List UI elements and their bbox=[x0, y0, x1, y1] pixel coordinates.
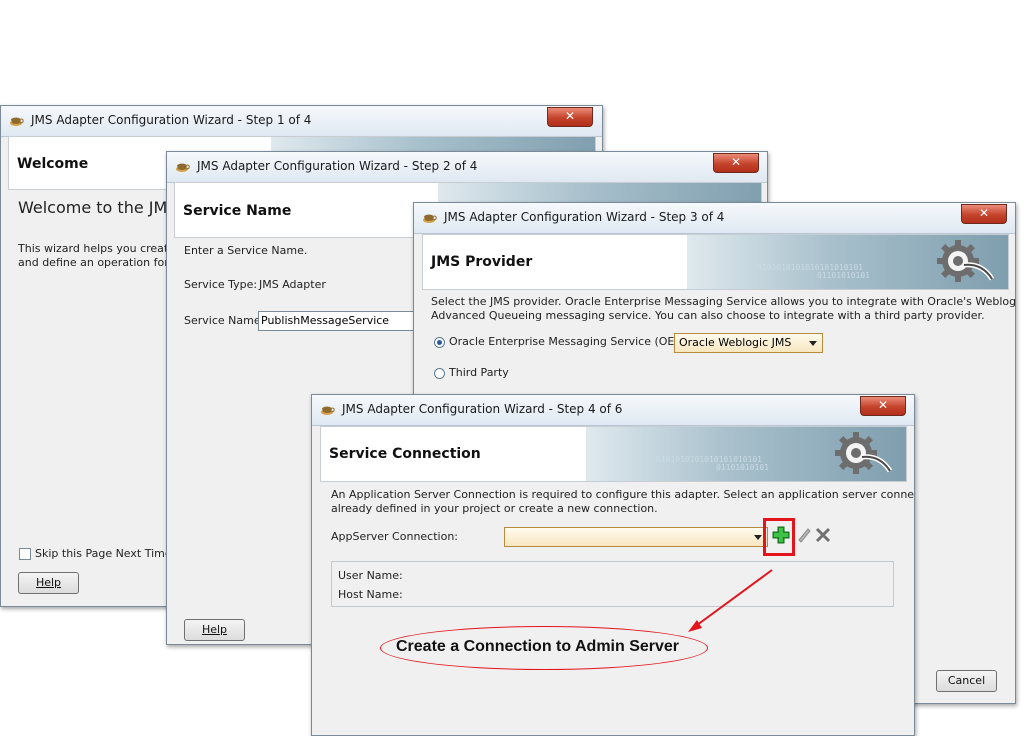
coffee-cup-icon bbox=[423, 214, 437, 223]
wizard-header: Service Connection 010101010101010101010… bbox=[320, 426, 907, 482]
delete-icon bbox=[815, 527, 831, 543]
close-icon: ✕ bbox=[730, 155, 742, 169]
title-bar: JMS Adapter Configuration Wizard - Step … bbox=[1, 106, 602, 137]
title-bar: JMS Adapter Configuration Wizard - Step … bbox=[312, 395, 914, 426]
close-button[interactable]: ✕ bbox=[961, 204, 1007, 224]
service-name-prompt: Enter a Service Name. bbox=[184, 244, 308, 257]
title-bar: JMS Adapter Configuration Wizard - Step … bbox=[167, 152, 767, 183]
service-type-label: Service Type: bbox=[184, 278, 258, 291]
gear-plug-icon bbox=[937, 240, 995, 282]
welcome-heading: Welcome to the JMS bbox=[18, 198, 178, 217]
description-line: and define an operation for the bbox=[18, 256, 191, 269]
service-type-value: JMS Adapter bbox=[259, 278, 326, 291]
close-icon: ✕ bbox=[877, 398, 889, 412]
close-icon: ✕ bbox=[978, 206, 990, 220]
window-title: JMS Adapter Configuration Wizard - Step … bbox=[197, 159, 478, 173]
coffee-cup-icon bbox=[321, 406, 335, 415]
provider-description-line: Advanced Queueing messaging service. You… bbox=[431, 309, 985, 322]
connection-info-box: User Name: Host Name: bbox=[331, 561, 894, 607]
oems-radio[interactable] bbox=[434, 337, 445, 348]
window-title: JMS Adapter Configuration Wizard - Step … bbox=[444, 210, 725, 224]
window-title: JMS Adapter Configuration Wizard - Step … bbox=[31, 113, 312, 127]
pencil-icon bbox=[798, 528, 811, 543]
edit-connection-button[interactable] bbox=[796, 527, 812, 543]
cancel-button[interactable]: Cancel bbox=[936, 670, 997, 692]
header-title: Service Connection bbox=[329, 446, 481, 462]
header-title: Service Name bbox=[183, 203, 292, 219]
oems-label: Oracle Enterprise Messaging Service (OEM… bbox=[449, 335, 696, 348]
add-button-highlight-box bbox=[763, 518, 795, 556]
help-button[interactable]: Help bbox=[184, 619, 245, 641]
appserver-connection-label: AppServer Connection: bbox=[331, 530, 459, 543]
header-title: Welcome bbox=[17, 156, 89, 172]
connection-description-line: already defined in your project or creat… bbox=[331, 502, 658, 515]
host-name-label: Host Name: bbox=[338, 588, 403, 601]
third-party-radio[interactable] bbox=[434, 368, 445, 379]
coffee-cup-icon bbox=[176, 163, 190, 172]
help-button[interactable]: Help bbox=[18, 572, 79, 594]
wizard-step4-window: JMS Adapter Configuration Wizard - Step … bbox=[311, 394, 915, 736]
chevron-down-icon bbox=[754, 535, 762, 540]
close-button[interactable]: ✕ bbox=[860, 396, 906, 416]
oems-provider-select[interactable]: Oracle Weblogic JMS bbox=[674, 333, 823, 353]
close-button[interactable]: ✕ bbox=[547, 107, 593, 127]
delete-connection-button[interactable] bbox=[815, 527, 831, 543]
title-bar: JMS Adapter Configuration Wizard - Step … bbox=[414, 203, 1015, 234]
service-name-input[interactable]: PublishMessageService bbox=[258, 311, 418, 331]
gear-plug-icon bbox=[835, 432, 893, 474]
skip-page-label: Skip this Page Next Time bbox=[35, 547, 172, 560]
coffee-cup-icon bbox=[10, 117, 24, 126]
skip-page-checkbox[interactable] bbox=[19, 548, 31, 560]
provider-description-line: Select the JMS provider. Oracle Enterpri… bbox=[431, 295, 1016, 308]
chevron-down-icon bbox=[809, 341, 817, 346]
banner-binary-text: 01101010101 bbox=[716, 463, 769, 472]
annotation-callout-text: Create a Connection to Admin Server bbox=[396, 638, 680, 655]
close-icon: ✕ bbox=[564, 109, 576, 123]
banner-binary-text: 01101010101 bbox=[817, 271, 870, 280]
wizard-header: JMS Provider 0101010101010101010101 0110… bbox=[422, 234, 1009, 290]
service-name-label: Service Name: bbox=[184, 314, 265, 327]
header-title: JMS Provider bbox=[431, 254, 533, 270]
connection-description-line: An Application Server Connection is requ… bbox=[331, 488, 915, 501]
user-name-label: User Name: bbox=[338, 569, 403, 582]
description-line: This wizard helps you create a bbox=[18, 242, 186, 255]
window-title: JMS Adapter Configuration Wizard - Step … bbox=[342, 402, 623, 416]
close-button[interactable]: ✕ bbox=[713, 153, 759, 173]
third-party-label: Third Party bbox=[449, 366, 509, 379]
appserver-connection-select[interactable] bbox=[504, 527, 768, 547]
